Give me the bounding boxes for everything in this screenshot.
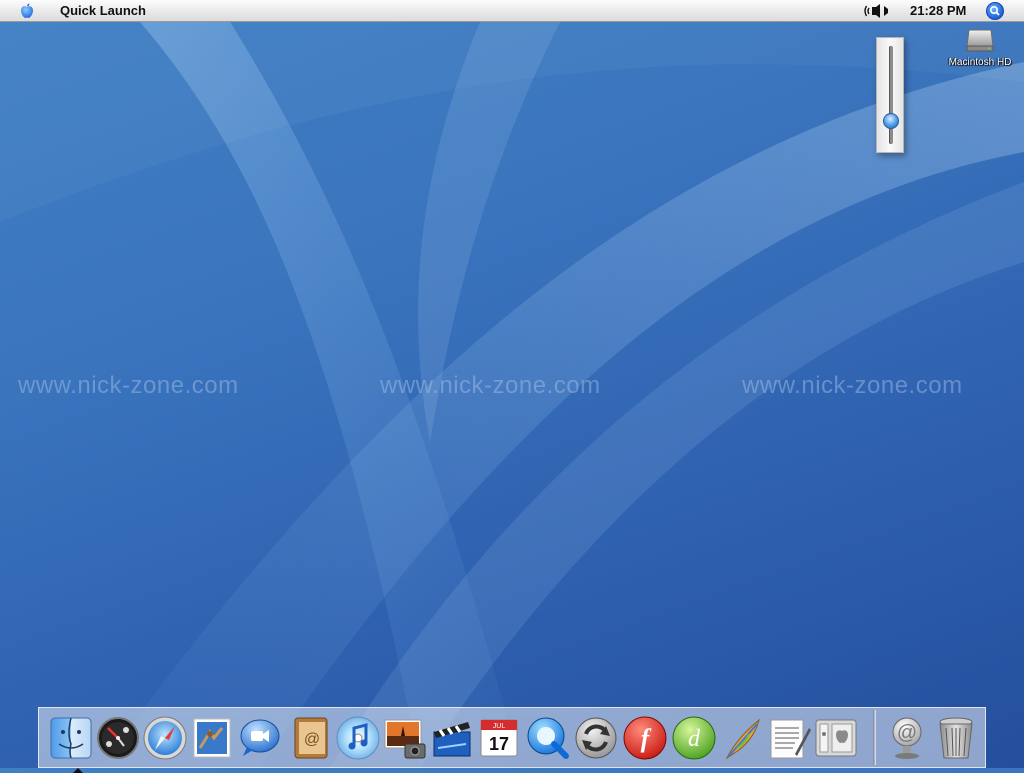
ichat-video-icon (240, 719, 280, 756)
trash-icon (939, 717, 973, 759)
dock-trash[interactable] (932, 714, 980, 762)
quicktime-icon (527, 717, 569, 759)
dock-quicktime[interactable] (524, 714, 572, 762)
dock-iphoto[interactable] (381, 714, 429, 762)
macintosh-hd-desktop-icon[interactable]: Macintosh HD (942, 24, 1018, 78)
finder-icon (50, 717, 92, 759)
dreamweaver-letter: d (688, 726, 701, 752)
mail-stamp-icon (193, 718, 231, 758)
system-preferences-icon (815, 719, 857, 757)
dreamweaver-icon: d (672, 716, 716, 760)
dock-address-book[interactable]: @ (287, 714, 335, 762)
volume-slider-popup (876, 37, 904, 153)
volume-slider-knob[interactable] (883, 113, 899, 130)
hard-drive-icon (965, 24, 995, 54)
at-sign-glyph: @ (897, 722, 917, 744)
dock-dreamweaver[interactable]: d (670, 714, 718, 762)
dashboard-icon (97, 717, 139, 759)
desktop-icon-label: Macintosh HD (948, 57, 1012, 68)
dock-separator (873, 710, 876, 765)
safari-compass-icon (143, 716, 187, 760)
menu-clock[interactable]: 21:28 PM (910, 3, 966, 18)
flash-icon: f (623, 716, 667, 760)
iphoto-icon (384, 719, 426, 759)
isync-icon (575, 717, 617, 759)
dock-finder[interactable] (47, 714, 95, 773)
apple-logo-icon[interactable] (18, 2, 36, 20)
watermark-text: www.nick-zone.com (380, 372, 601, 399)
speaker-volume-icon[interactable] (864, 3, 894, 19)
dock-itunes[interactable] (334, 714, 382, 762)
watermark-text: www.nick-zone.com (18, 372, 239, 399)
at-sign-icon: @ (892, 717, 922, 759)
dock-safari[interactable] (141, 714, 189, 762)
dock-mail[interactable] (188, 714, 236, 762)
imovie-clapper-icon (433, 722, 471, 757)
spotlight-search-icon[interactable] (986, 2, 1004, 20)
app-menu-title[interactable]: Quick Launch (60, 3, 146, 18)
menu-bar: Quick Launch 21:28 PM (0, 0, 1024, 22)
volume-slider-track[interactable] (889, 46, 893, 144)
ical-month-label: JUL (493, 723, 506, 730)
dock-ical[interactable]: JUL 17 (475, 714, 523, 762)
ical-calendar-icon: JUL 17 (480, 719, 518, 757)
dock-system-preferences[interactable] (812, 714, 860, 762)
dock-isync[interactable] (572, 714, 620, 762)
dock-textedit[interactable] (765, 714, 813, 762)
dock-flash[interactable]: f (621, 714, 669, 762)
ical-day-label: 17 (489, 734, 509, 754)
dock-imovie[interactable] (428, 714, 476, 762)
feather-icon (725, 718, 760, 760)
textedit-icon (770, 719, 811, 759)
watermark-text: www.nick-zone.com (742, 372, 963, 399)
address-book-icon: @ (294, 717, 328, 759)
dock-dashboard[interactable] (94, 714, 142, 762)
running-indicator (73, 768, 83, 773)
dock-feather-app[interactable] (719, 714, 767, 762)
dock-ichat[interactable] (235, 714, 283, 762)
itunes-cd-icon (336, 716, 380, 760)
dock-at-sign-app[interactable]: @ (883, 714, 931, 762)
svg-text:@: @ (304, 731, 320, 748)
dock: @ JUL 17 f d @ (38, 707, 986, 773)
